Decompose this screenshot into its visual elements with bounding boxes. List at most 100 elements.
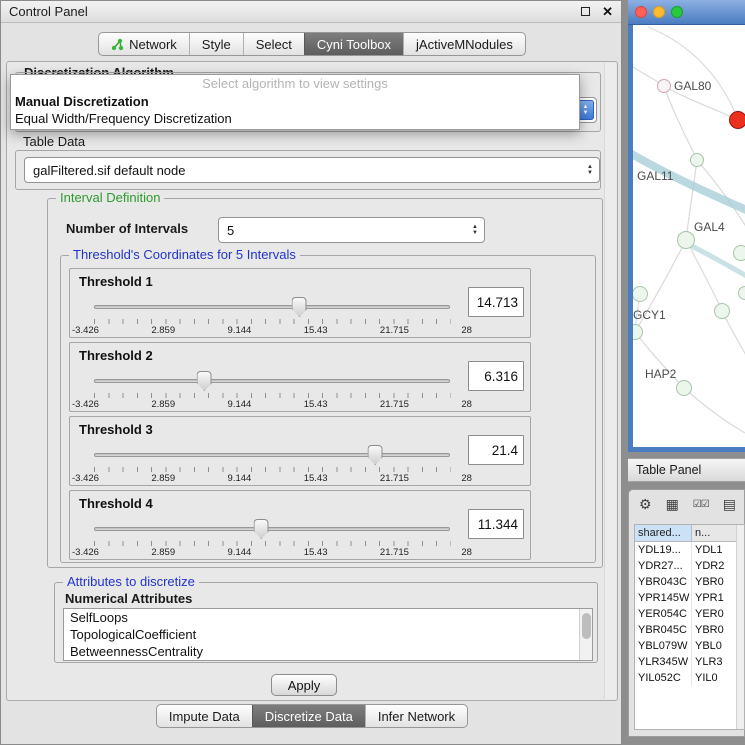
threshold-slider[interactable] bbox=[94, 519, 450, 541]
tab-impute-data[interactable]: Impute Data bbox=[157, 705, 252, 727]
network-tab-icon bbox=[111, 38, 124, 51]
number-of-intervals-label: Number of Intervals bbox=[66, 221, 188, 236]
slider-track[interactable] bbox=[94, 453, 450, 457]
table-cell[interactable]: YDR27... bbox=[635, 558, 692, 574]
stepper-down-icon: ▼ bbox=[583, 110, 589, 116]
numerical-attributes-list[interactable]: SelfLoopsTopologicalCoefficientBetweenne… bbox=[63, 608, 593, 661]
tab-cyni-toolbox[interactable]: Cyni Toolbox bbox=[304, 33, 403, 55]
dropdown-option-equal-width[interactable]: Equal Width/Frequency Discretization bbox=[11, 110, 579, 127]
tab-discretize-data[interactable]: Discretize Data bbox=[252, 705, 365, 727]
threshold-slider[interactable] bbox=[94, 445, 450, 467]
threshold-label: Threshold 4 bbox=[79, 496, 153, 511]
list-item[interactable]: TopologicalCoefficient bbox=[64, 626, 592, 643]
table-row[interactable]: YDL19...YDL1 bbox=[635, 542, 744, 558]
tab-select[interactable]: Select bbox=[243, 33, 304, 55]
thresholds-group: Threshold's Coordinates for 5 Intervals … bbox=[60, 255, 596, 563]
table-cell[interactable]: YBR043C bbox=[635, 574, 692, 590]
slider-thumb[interactable] bbox=[197, 371, 212, 391]
slider-thumb[interactable] bbox=[254, 519, 269, 539]
table-row[interactable]: YBL079WYBL0 bbox=[635, 638, 744, 654]
tick-label: 9.144 bbox=[228, 325, 252, 336]
tick-label: 9.144 bbox=[228, 399, 252, 410]
slider-track[interactable] bbox=[94, 305, 450, 309]
slider-thumb[interactable] bbox=[368, 445, 383, 465]
tick-label: 28 bbox=[461, 325, 472, 336]
cyni-panel-body: Discretization Algorithm ▲ ▼ Table Data … bbox=[6, 61, 618, 701]
threshold-panel-2: Threshold 2 -3.4262.8599.14415.4321.7152… bbox=[69, 342, 531, 412]
dropdown-option-manual[interactable]: Manual Discretization bbox=[11, 93, 579, 110]
stepper-down-icon: ▼ bbox=[587, 170, 593, 176]
table-cell[interactable]: YPR145W bbox=[635, 590, 692, 606]
threshold-value-field[interactable] bbox=[468, 287, 524, 317]
table-cell[interactable]: YER054C bbox=[635, 606, 692, 622]
tick-label: 28 bbox=[461, 473, 472, 484]
slider-track[interactable] bbox=[94, 379, 450, 383]
mac-close-button[interactable] bbox=[635, 6, 647, 18]
tab-jactivemnodules[interactable]: jActiveMNodules bbox=[403, 33, 525, 55]
table-cell[interactable]: YBL079W bbox=[635, 638, 692, 654]
list-item[interactable]: BetweennessCentrality bbox=[64, 643, 592, 660]
table-cell[interactable]: YLR345W bbox=[635, 654, 692, 670]
scrollbar-thumb[interactable] bbox=[582, 613, 591, 639]
network-canvas[interactable]: GAL80GAL11GAL4GCY1HAP2 bbox=[633, 25, 745, 447]
threshold-slider[interactable] bbox=[94, 371, 450, 393]
number-of-intervals-combo[interactable]: 5 ▲ ▼ bbox=[218, 217, 485, 243]
panel-scrollbar[interactable] bbox=[604, 63, 616, 699]
table-row[interactable]: YER054CYER0 bbox=[635, 606, 744, 622]
grid-icon[interactable]: ▤ bbox=[723, 496, 736, 513]
table-cell[interactable]: YBR045C bbox=[635, 622, 692, 638]
list-item[interactable]: SelfLoops bbox=[64, 609, 592, 626]
threshold-value-field[interactable] bbox=[468, 509, 524, 539]
column-header-shared-name[interactable]: shared... bbox=[635, 525, 692, 542]
combo-stepper-icon[interactable]: ▲ ▼ bbox=[466, 218, 484, 242]
float-window-icon[interactable] bbox=[581, 7, 590, 16]
table-row[interactable]: YBR043CYBR0 bbox=[635, 574, 744, 590]
table-row[interactable]: YLR345WYLR3 bbox=[635, 654, 744, 670]
table-row[interactable]: YDR27...YDR2 bbox=[635, 558, 744, 574]
network-node-label: HAP2 bbox=[645, 367, 676, 381]
network-node[interactable] bbox=[729, 111, 745, 129]
control-panel-titlebar: Control Panel ✕ bbox=[1, 1, 621, 23]
tab-label: Discretize Data bbox=[265, 709, 353, 724]
select-rows-icon[interactable]: ☑☑ bbox=[693, 499, 709, 510]
columns-icon[interactable]: ▦ bbox=[666, 496, 679, 513]
tick-label: 21.715 bbox=[380, 325, 409, 336]
threshold-value-field[interactable] bbox=[468, 435, 524, 465]
table-cell[interactable]: YIL052C bbox=[635, 670, 692, 686]
mac-zoom-button[interactable] bbox=[671, 6, 683, 18]
threshold-slider[interactable] bbox=[94, 297, 450, 319]
slider-thumb[interactable] bbox=[292, 297, 307, 317]
threshold-value-field[interactable] bbox=[468, 361, 524, 391]
table-row[interactable]: YBR045CYBR0 bbox=[635, 622, 744, 638]
table-data-combo[interactable]: galFiltered.sif default node ▲ ▼ bbox=[24, 157, 600, 183]
network-node[interactable] bbox=[690, 153, 704, 167]
table-panel-title: Table Panel bbox=[636, 463, 701, 477]
table-row[interactable]: YIL052CYIL0 bbox=[635, 670, 744, 686]
tab-style[interactable]: Style bbox=[189, 33, 243, 55]
network-node[interactable] bbox=[733, 245, 745, 261]
attributes-group-title: Attributes to discretize bbox=[63, 574, 199, 589]
apply-button[interactable]: Apply bbox=[271, 674, 337, 696]
network-node[interactable] bbox=[738, 286, 745, 300]
network-node[interactable] bbox=[677, 231, 695, 249]
network-node[interactable] bbox=[657, 79, 671, 93]
network-node[interactable] bbox=[676, 380, 692, 396]
combo-stepper-icon[interactable]: ▲ ▼ bbox=[581, 158, 599, 182]
mac-minimize-button[interactable] bbox=[653, 6, 665, 18]
table-panel-header[interactable]: Table Panel bbox=[628, 458, 745, 482]
table-scrollbar[interactable] bbox=[736, 525, 744, 729]
stepper-down-icon: ▼ bbox=[472, 230, 478, 236]
tab-label: Impute Data bbox=[169, 709, 240, 724]
close-icon[interactable]: ✕ bbox=[602, 4, 613, 20]
tick-label: 28 bbox=[461, 547, 472, 558]
table-cell[interactable]: YDL19... bbox=[635, 542, 692, 558]
tab-infer-network[interactable]: Infer Network bbox=[365, 705, 467, 727]
table-row[interactable]: YPR145WYPR1 bbox=[635, 590, 744, 606]
list-scrollbar[interactable] bbox=[579, 609, 592, 660]
tab-network[interactable]: Network bbox=[99, 33, 189, 55]
network-node[interactable] bbox=[714, 303, 730, 319]
slider-track[interactable] bbox=[94, 527, 450, 531]
gear-icon[interactable]: ⚙ bbox=[639, 496, 652, 513]
tab-label: Network bbox=[129, 37, 177, 52]
interval-definition-title: Interval Definition bbox=[56, 190, 164, 205]
